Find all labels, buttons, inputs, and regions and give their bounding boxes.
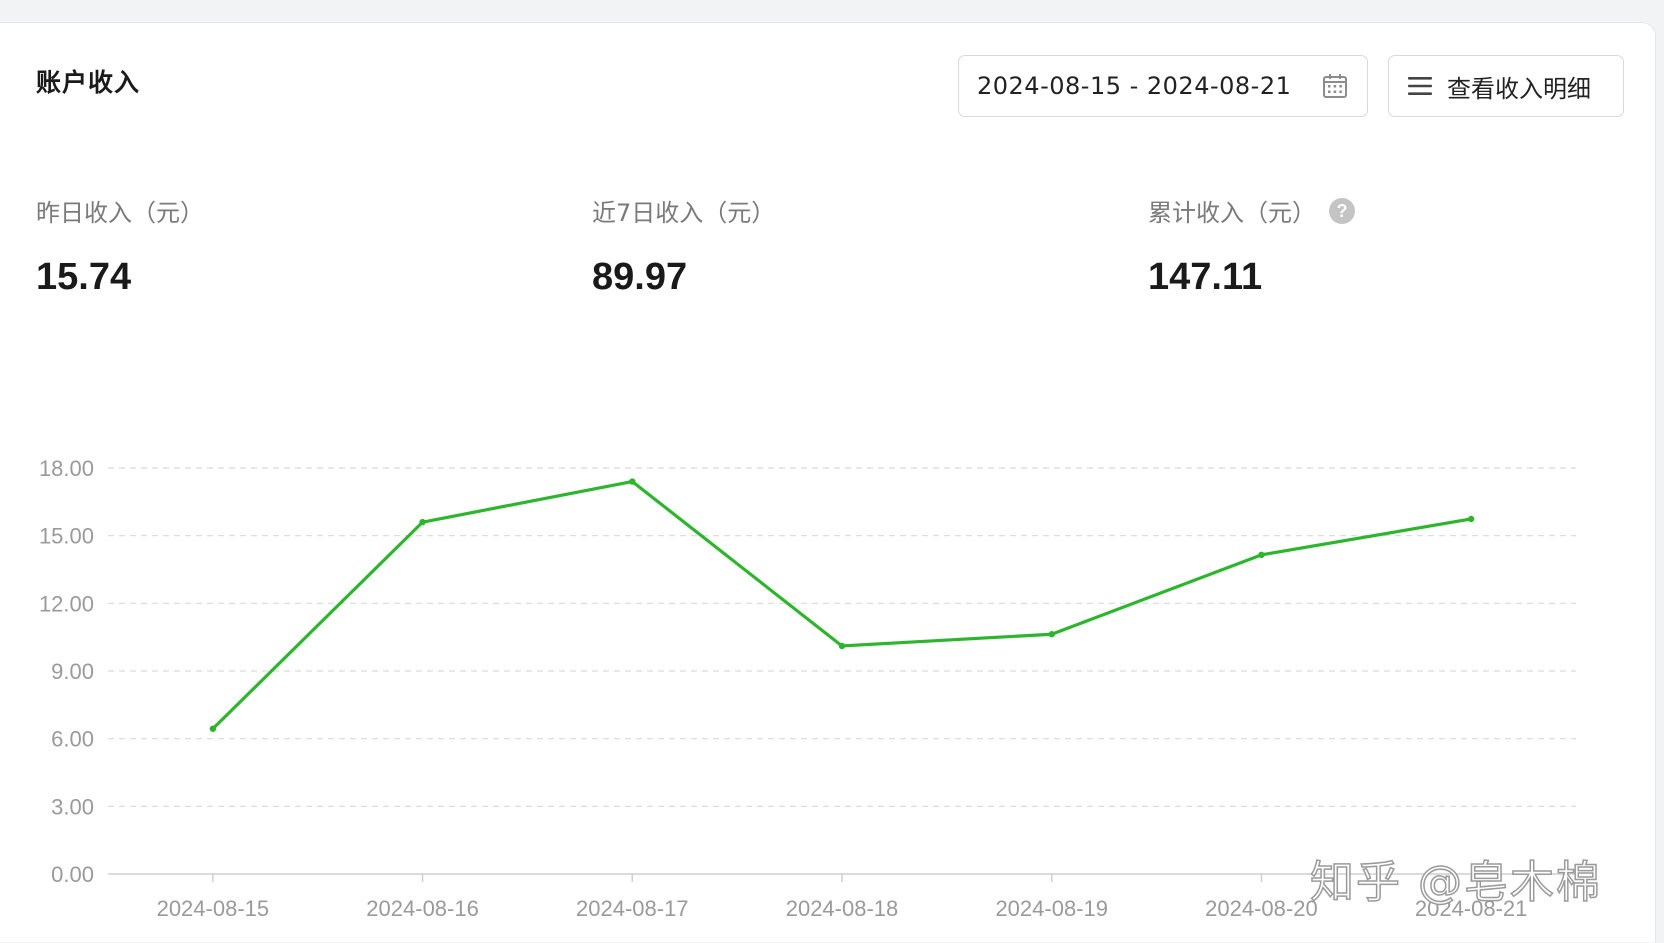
stat-total-label-text: 累计收入（元）: [1148, 199, 1316, 227]
stat-total: 累计收入（元） ? 147.11: [1148, 193, 1356, 299]
y-tick-label: 6.00: [51, 727, 94, 752]
calendar-icon: [1323, 74, 1347, 98]
y-tick-label: 15.00: [39, 524, 94, 549]
help-icon[interactable]: ?: [1328, 197, 1356, 225]
y-tick-label: 0.00: [51, 862, 94, 887]
y-tick-label: 9.00: [51, 659, 94, 684]
x-tick-label: 2024-08-15: [157, 896, 270, 921]
watermark: 知乎 @皂木棉: [1309, 856, 1602, 909]
x-tick-label: 2024-08-17: [576, 896, 689, 921]
income-series-line: [211, 479, 1473, 731]
stat-yesterday: 昨日收入（元） 15.74: [36, 193, 204, 299]
income-data-point: [209, 725, 217, 732]
stat-last-7-days-label: 近7日收入（元）: [592, 193, 775, 228]
stat-yesterday-label: 昨日收入（元）: [36, 193, 204, 228]
income-data-point: [1467, 515, 1475, 523]
stat-total-value: 147.11: [1148, 256, 1263, 298]
view-income-detail-label: 查看收入明细: [1447, 74, 1591, 103]
stat-yesterday-value: 15.74: [36, 256, 132, 298]
y-tick-label: 18.00: [39, 456, 94, 481]
view-income-detail-button[interactable]: 查看收入明细: [1388, 55, 1624, 117]
income-data-point: [629, 478, 636, 485]
y-tick-label: 12.00: [39, 591, 94, 616]
income-data-point: [1048, 631, 1055, 638]
account-income-card: 账户收入 2024-08-15 - 2024-08-21 查看收入明细 昨日收入…: [0, 22, 1656, 942]
x-tick-label: 2024-08-16: [366, 896, 479, 921]
income-data-point: [838, 642, 846, 650]
stat-last-7-days: 近7日收入（元） 89.97: [592, 193, 775, 299]
date-range-picker[interactable]: 2024-08-15 - 2024-08-21: [958, 55, 1368, 117]
x-tick-label: 2024-08-18: [786, 896, 899, 921]
stat-total-label: 累计收入（元） ?: [1148, 193, 1356, 228]
x-tick-label: 2024-08-20: [1205, 896, 1318, 921]
income-data-point: [419, 518, 426, 526]
y-tick-label: 3.00: [51, 794, 94, 819]
stat-last-7-days-value: 89.97: [592, 256, 688, 298]
card-title: 账户收入: [36, 68, 141, 97]
stat-yesterday-label-text: 昨日收入（元）: [36, 199, 204, 227]
svg-text:?: ?: [1337, 201, 1348, 221]
list-icon: [1408, 77, 1432, 95]
date-range-text: 2024-08-15 - 2024-08-21: [977, 72, 1292, 100]
stat-last-7-days-label-text: 近7日收入（元）: [592, 199, 776, 227]
income-data-point: [1258, 551, 1265, 559]
x-tick-label: 2024-08-19: [995, 896, 1108, 921]
